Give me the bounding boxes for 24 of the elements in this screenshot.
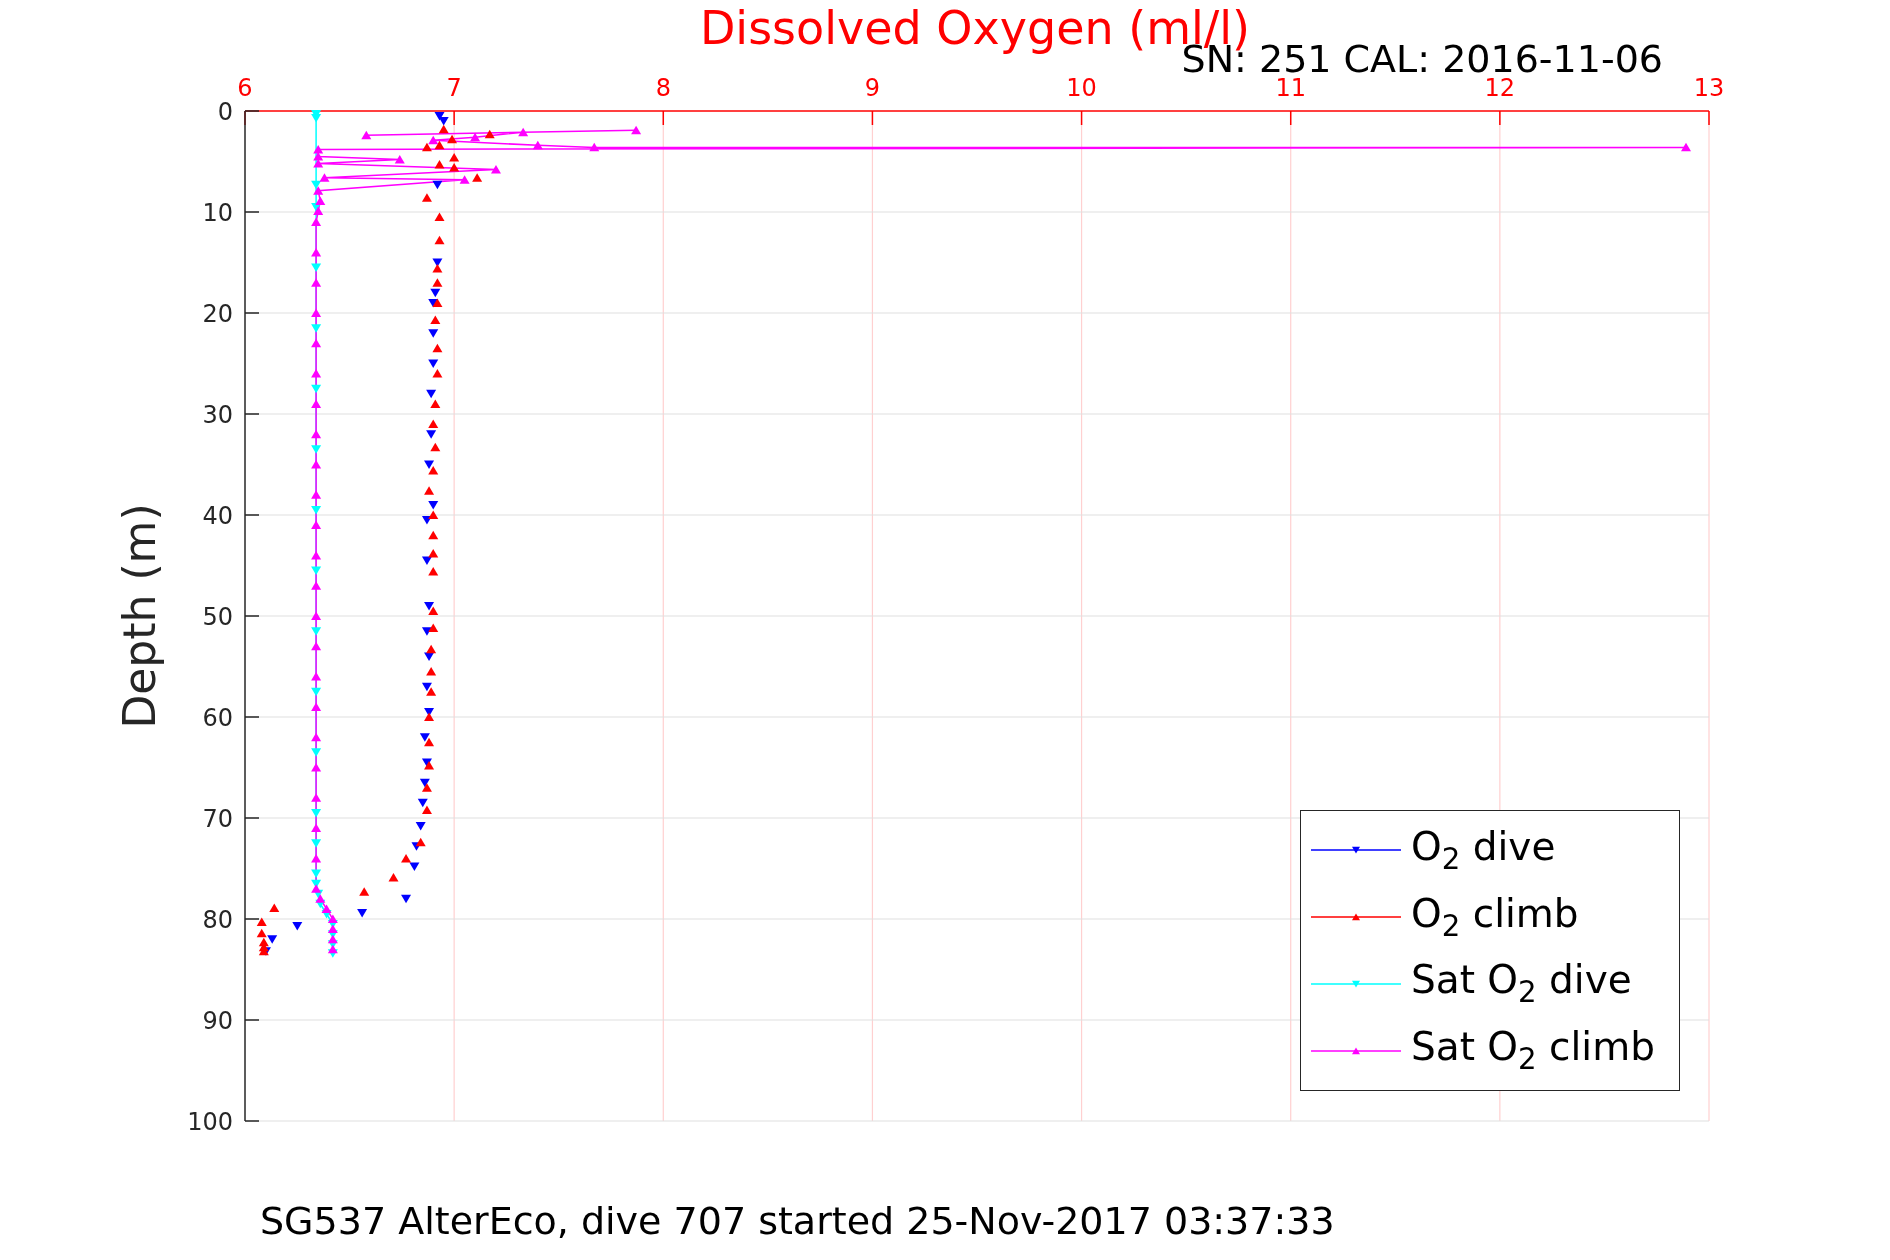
y-tick-label: 60 <box>202 704 233 732</box>
x-tick-label: 8 <box>655 74 671 102</box>
x-tick-label: 9 <box>864 74 881 102</box>
y-tick-label: 100 <box>187 1108 233 1136</box>
y-tick-label: 80 <box>202 906 233 934</box>
caption: SG537 AlterEco, dive 707 started 25-Nov-2017 03:37:33 <box>260 1199 1335 1243</box>
y-axis-label: Depth (m) <box>114 503 165 729</box>
y-tick-label: 90 <box>202 1007 233 1035</box>
legend-label: Sat O$_{2}$ dive <box>1411 957 1632 1011</box>
y-tick-label: 0 <box>217 98 233 126</box>
y-tick-label: 40 <box>202 502 233 530</box>
x-tick-label: 12 <box>1484 74 1516 102</box>
legend-label: O$_{2}$ dive <box>1411 823 1556 877</box>
x-tick-label: 10 <box>1066 74 1097 102</box>
x-tick-label: 7 <box>446 74 462 102</box>
y-tick-label: 10 <box>202 199 233 227</box>
x-tick-label: 6 <box>237 74 253 102</box>
y-tick-label: 50 <box>202 603 233 631</box>
y-tick-label: 20 <box>202 300 233 328</box>
y-tick-label: 70 <box>202 805 233 833</box>
y-tick-label: 30 <box>202 401 233 429</box>
legend-label: O$_{2}$ climb <box>1411 890 1579 944</box>
x-tick-label: 13 <box>1693 74 1725 102</box>
legend-label: Sat O$_{2}$ climb <box>1411 1024 1655 1078</box>
